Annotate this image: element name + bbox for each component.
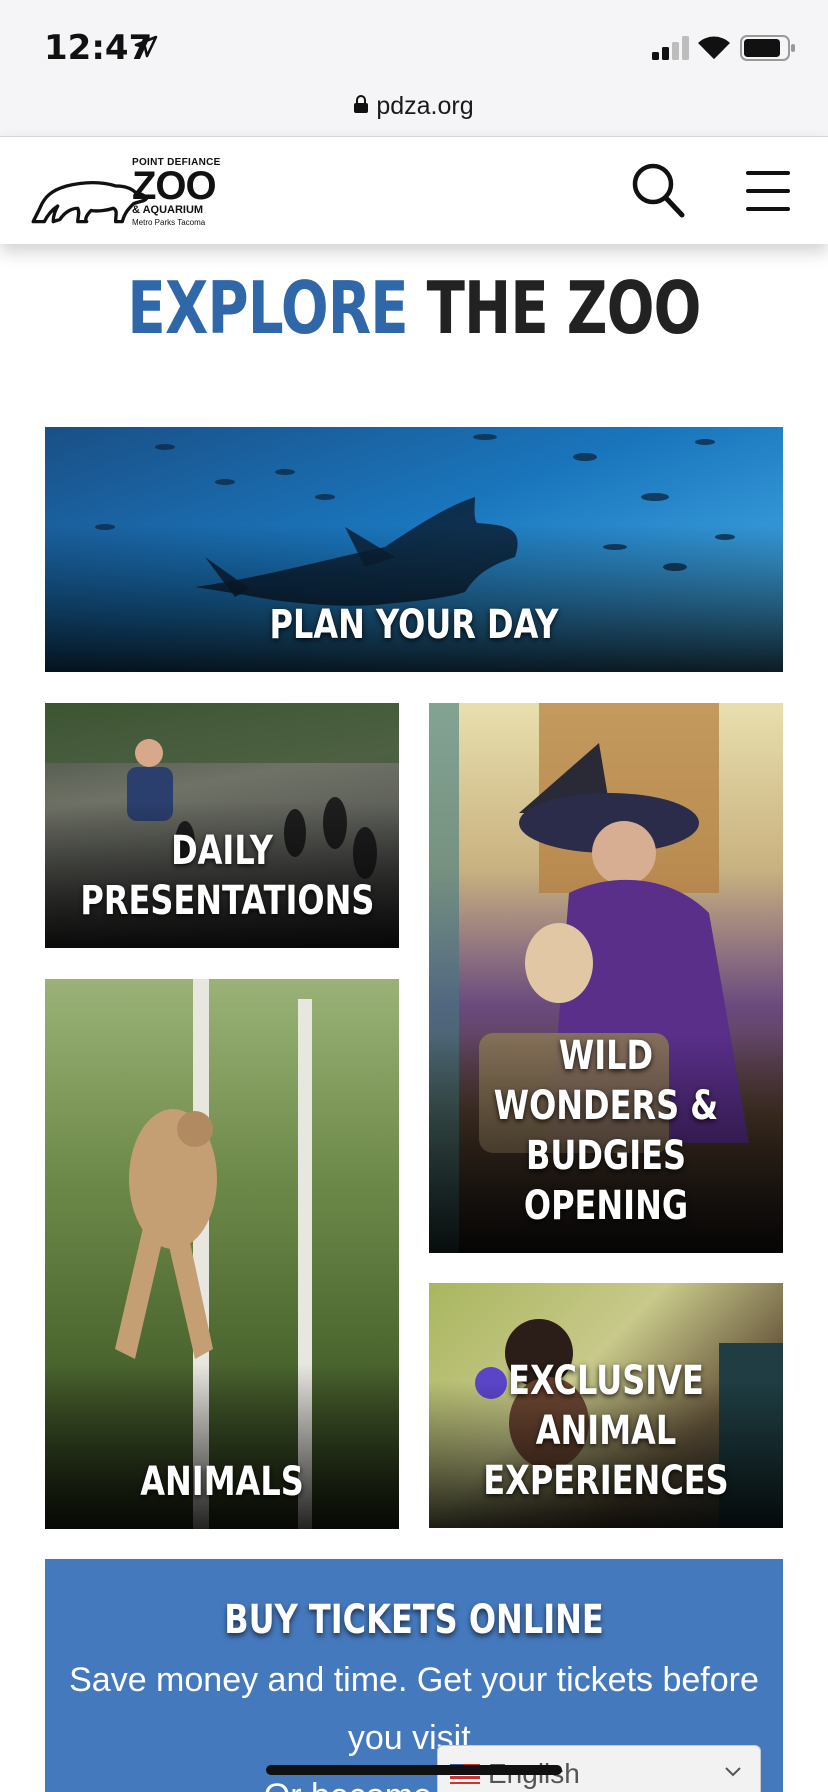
site-header: POINT DEFIANCE ZOO & AQUARIUM Metro Park… — [0, 136, 828, 244]
chevron-down-icon — [725, 1767, 741, 1777]
tile-label-line-1: EXCLUSIVE ANIMAL — [508, 1358, 704, 1454]
logo-line-3: & AQUARIUM — [132, 204, 204, 216]
tile-label-line-2: PRESENTATIONS — [80, 878, 375, 924]
tile-exclusive-animal-experiences[interactable]: EXCLUSIVE ANIMAL EXPERIENCES — [429, 1283, 783, 1528]
location-arrow-icon — [134, 35, 158, 58]
home-indicator[interactable] — [266, 1765, 562, 1775]
tile-wild-wonders-budgies[interactable]: WILD WONDERS & BUDGIES OPENING — [429, 703, 783, 1253]
browser-address-bar[interactable]: pdza.org — [0, 92, 828, 136]
title-part-the-zoo: THE ZOO — [426, 266, 702, 350]
status-bar: 12:47 — [0, 0, 828, 92]
tile-label-line-2: BUDGIES OPENING — [523, 1133, 689, 1229]
tile-label: EXCLUSIVE ANIMAL EXPERIENCES — [464, 1356, 747, 1506]
tile-label-line-1: WILD WONDERS & — [493, 1033, 719, 1129]
cellular-signal-icon — [652, 36, 689, 60]
tile-label-line-2: EXPERIENCES — [483, 1458, 729, 1504]
logo-line-4: Metro Parks Tacoma — [132, 218, 206, 227]
search-icon[interactable] — [630, 161, 686, 219]
page-title: EXPLORE THE ZOO — [91, 266, 737, 350]
hamburger-menu-icon[interactable] — [744, 169, 792, 213]
zoo-logo-text[interactable]: POINT DEFIANCE ZOO & AQUARIUM Metro Park… — [132, 157, 252, 227]
tile-label: ANIMALS — [140, 1459, 304, 1505]
tile-label: WILD WONDERS & BUDGIES OPENING — [464, 1031, 747, 1231]
title-part-explore: EXPLORE — [127, 266, 408, 350]
battery-icon — [740, 35, 795, 61]
url-display[interactable]: pdza.org — [0, 92, 828, 121]
tile-plan-your-day[interactable]: PLAN YOUR DAY — [45, 427, 783, 672]
buy-tickets-title: BUY TICKETS ONLINE — [224, 1597, 604, 1643]
url-text: pdza.org — [376, 92, 474, 120]
tile-label: PLAN YOUR DAY — [269, 602, 559, 648]
logo-line-2: ZOO — [132, 164, 217, 208]
tile-animals[interactable]: ANIMALS — [45, 979, 399, 1529]
tile-label: DAILY PRESENTATIONS — [80, 826, 375, 926]
lock-icon — [354, 95, 369, 114]
wifi-icon — [698, 36, 730, 59]
tile-daily-presentations[interactable]: DAILY PRESENTATIONS — [45, 703, 399, 948]
tile-label-line-1: DAILY — [171, 828, 273, 874]
